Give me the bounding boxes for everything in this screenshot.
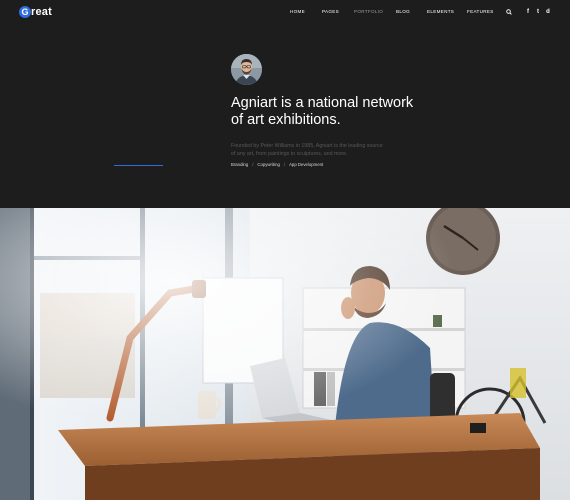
- facebook-glyph: f: [527, 9, 529, 15]
- hero-headline-line2: of art exhibitions.: [231, 112, 341, 128]
- nav-item-elements[interactable]: Elements: [427, 9, 454, 14]
- search-icon[interactable]: [504, 7, 514, 17]
- tag-branding[interactable]: Branding: [231, 162, 248, 167]
- nav-item-features[interactable]: Features: [467, 9, 494, 14]
- tag-copywriting[interactable]: Copywriting: [257, 162, 279, 167]
- nav-item-blog[interactable]: Blog: [396, 9, 410, 14]
- tag-app-development[interactable]: App Development: [289, 162, 323, 167]
- facebook-icon[interactable]: f: [523, 7, 533, 17]
- nav-item-pages[interactable]: Pages: [322, 9, 339, 14]
- hero-headline: Agniart is a national network of art exh…: [231, 95, 471, 129]
- nav-item-home[interactable]: Home: [290, 9, 305, 14]
- avatar: [231, 54, 262, 85]
- hero-description-line1: Founded by Peter Williams in 1985, Agnia…: [231, 143, 383, 149]
- dribbble-glyph: d: [546, 9, 550, 15]
- tag-separator: /: [252, 162, 254, 167]
- category-tags: Branding / Copywriting / App Development: [231, 162, 323, 167]
- dribbble-icon[interactable]: d: [543, 7, 553, 17]
- hero-description-line2: of any art, from paintings to sculptures…: [231, 151, 348, 157]
- hero-headline-line1: Agniart is a national network: [231, 95, 414, 111]
- hero-section: G reat Home Pages Portfolio Blog Element…: [0, 0, 570, 208]
- featured-photo: [0, 208, 570, 500]
- nav-item-portfolio[interactable]: Portfolio: [354, 9, 383, 14]
- tag-separator: /: [283, 162, 286, 167]
- main-nav: Home Pages Portfolio Blog Elements Featu…: [0, 9, 570, 17]
- accent-divider: [114, 165, 163, 166]
- hero-description: Founded by Peter Williams in 1985, Agnia…: [231, 142, 431, 158]
- twitter-icon[interactable]: t: [533, 7, 543, 17]
- twitter-glyph: t: [537, 9, 539, 15]
